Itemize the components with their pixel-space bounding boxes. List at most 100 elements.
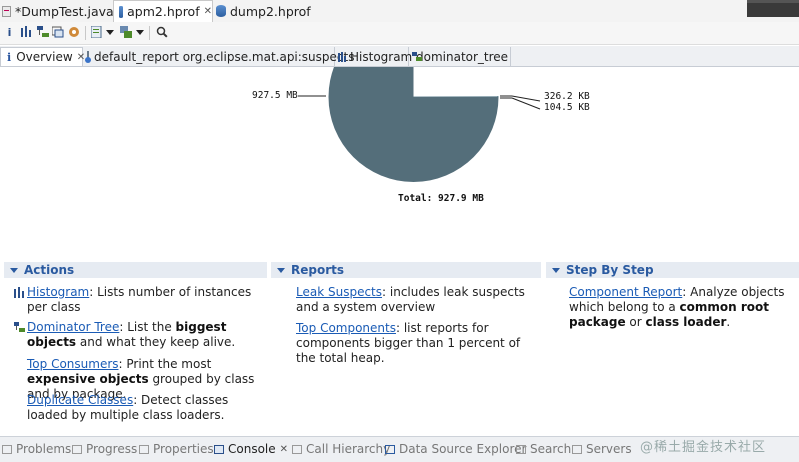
heap-pie-chart: 927.5 MB 326.2 KB 104.5 KB Total: 927.9 … [0,67,799,247]
duplicate-classes-link[interactable]: Duplicate Classes [27,393,133,407]
histogram-link[interactable]: Histogram [27,285,89,299]
action-histogram: Histogram: Lists number of instances per… [14,285,262,315]
info-icon: i [7,50,12,64]
section-title: Actions [24,263,75,277]
reports-header[interactable]: Reports [271,262,541,278]
toolbar: i [0,22,799,45]
section-title: Step By Step [566,263,654,277]
tab-label: Histogram [350,49,413,64]
pie-total: Total: 927.9 MB [398,193,484,204]
editor-tab-bar: *DumpTest.java apm2.hprof ✕ dump2.hprof [0,0,799,23]
step-by-step-section: Step By Step [546,262,799,278]
action-dominator-tree: Dominator Tree: List the biggest objects… [14,320,262,350]
action-duplicate-classes: Duplicate Classes: Detect classes loaded… [27,393,262,423]
pie-label-line-right-2b [511,97,541,110]
reports-section: Reports [271,262,541,278]
dominator-desc: : List the [119,320,176,334]
pie-svg [298,67,541,182]
servers-icon [572,444,582,454]
pie-label-small-2: 104.5 KB [544,102,590,113]
tab-label: Progress [86,442,138,456]
tab-label: Servers [586,442,632,456]
layout-icon[interactable] [119,26,132,39]
tab-servers[interactable]: Servers [572,442,632,456]
dominator-tree-link[interactable]: Dominator Tree [27,320,119,334]
editor-tab-label: *DumpTest.java [15,3,114,19]
report-icon[interactable] [90,25,103,39]
actions-header[interactable]: Actions [4,262,267,278]
tab-dominator-tree[interactable]: dominator_tree [409,47,511,66]
tab-call-hierarchy[interactable]: Call Hierarchy [292,442,390,456]
chevron-down-icon [277,267,285,273]
call-hierarchy-icon [292,444,302,454]
component-desc-2: or [625,315,646,329]
tab-console[interactable]: Console ✕ [214,442,288,456]
tab-label: Call Hierarchy [306,442,391,456]
heap-dump-icon [119,5,124,18]
histogram-icon [338,51,346,62]
dominator-desc-2: and what they keep alive. [76,335,236,349]
report-icon [85,51,91,63]
pie-slice-main[interactable] [328,67,499,182]
component-desc-3: . [726,315,731,329]
dominator-tree-icon[interactable] [36,26,49,39]
editor-tab-label: apm2.hprof [127,4,200,19]
tab-label: Console [228,442,276,456]
tab-label: Overview [16,50,73,64]
query-icon[interactable] [51,26,64,39]
tab-search[interactable]: Search [516,442,571,456]
info-icon[interactable]: i [3,26,16,39]
component-report-link[interactable]: Component Report [569,285,682,299]
editor-tab-dumptest[interactable]: *DumpTest.java [2,0,114,22]
leak-suspects-link[interactable]: Leak Suspects [296,285,382,299]
tab-progress[interactable]: Progress [72,442,137,456]
chevron-down-icon[interactable] [136,30,144,35]
tab-label: Problems [16,442,72,456]
tab-histogram[interactable]: Histogram [335,47,413,66]
consumers-desc: : Print the most [118,357,212,371]
top-components-link[interactable]: Top Components [296,321,396,335]
close-icon[interactable]: ✕ [280,444,288,455]
editor-tab-label: dump2.hprof [230,3,311,19]
heap-dump-icon [216,5,226,17]
tab-problems[interactable]: Problems [2,442,71,456]
heap-icon[interactable] [67,26,80,39]
java-file-icon [2,5,11,17]
toolbar-separator [85,26,86,40]
actions-section: Actions [4,262,267,278]
close-icon[interactable]: ✕ [204,6,212,17]
step-by-step-header[interactable]: Step By Step [546,262,799,278]
search-icon[interactable] [155,26,168,39]
pie-label-main: 927.5 MB [252,90,298,101]
histogram-icon [14,287,24,302]
consumers-emphasis: expensive objects [27,372,149,386]
chevron-down-icon[interactable] [106,30,114,35]
top-consumers-link[interactable]: Top Consumers [27,357,119,371]
section-title: Reports [291,263,345,277]
editor-tab-dump2[interactable]: dump2.hprof [216,0,311,22]
window-corner [747,0,799,17]
tab-overview[interactable]: i Overview ✕ [0,47,85,66]
data-source-icon [385,444,395,454]
tab-label: dominator_tree [416,49,509,64]
tab-default-report[interactable]: default_report org.eclipse.mat.api:suspe… [84,47,354,66]
tab-label: default_report org.eclipse.mat.api:suspe… [94,49,355,64]
tab-data-source-explorer[interactable]: Data Source Explorer [385,442,526,456]
step-component-report: Component Report: Analyze objects which … [569,285,797,330]
view-tab-bar: i Overview ✕ default_report org.eclipse.… [0,46,799,67]
report-leak-suspects: Leak Suspects: includes leak suspects an… [296,285,531,315]
problems-icon [2,444,12,454]
report-top-components: Top Components: list reports for compone… [296,321,531,366]
console-icon [214,444,224,454]
tab-properties[interactable]: Properties [139,442,214,456]
dominator-tree-icon [14,322,25,337]
chevron-down-icon [552,267,560,273]
editor-tab-apm2[interactable]: apm2.hprof ✕ [113,0,213,22]
search-icon [516,444,526,454]
histogram-icon[interactable] [20,26,33,39]
tab-label: Properties [153,442,214,456]
progress-icon [72,444,82,454]
tab-label: Search [530,442,572,456]
tab-label: Data Source Explorer [399,442,527,456]
pie-label-small-1: 326.2 KB [544,91,590,102]
